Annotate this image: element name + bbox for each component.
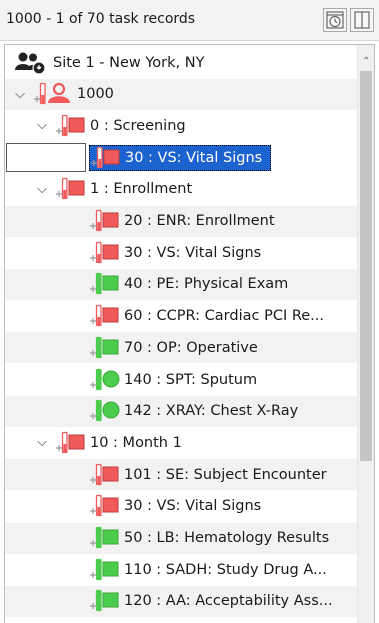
form-label: 110 : SADH: Study Drug A...: [124, 561, 327, 578]
form-status-square-icon: [89, 494, 120, 518]
form-status-square-icon: [89, 463, 120, 487]
visit-status-icon: [55, 431, 86, 455]
tree-item-visit[interactable]: ⌵ 0 : Screening: [5, 110, 358, 141]
form-label: 30 : VS: Vital Signs: [125, 149, 263, 166]
site-label: Site 1 - New York, NY: [53, 54, 205, 71]
tree-item-site[interactable]: Site 1 - New York, NY: [5, 47, 358, 78]
tree-item-form[interactable]: 120 : AA: Acceptability Ass...: [5, 585, 358, 617]
form-label: 101 : SE: Subject Encounter: [124, 466, 327, 483]
subject-person-icon: [33, 82, 73, 106]
visit-label: 0 : Screening: [90, 117, 186, 134]
form-label: 120 : AA: Acceptability Ass...: [124, 593, 333, 610]
form-status-square-icon: [89, 209, 120, 233]
subject-label: 1000: [77, 86, 114, 103]
tree-item-form[interactable]: 30 : VS: Vital Signs: [5, 491, 358, 522]
expand-chevron-icon[interactable]: ⌵: [35, 118, 49, 133]
tree-item-form[interactable]: 142 : XRAY: Chest X-Ray: [5, 395, 358, 427]
form-status-square-icon: [90, 146, 121, 170]
site-users-icon: [13, 51, 49, 75]
records-toolbar: 1000 - 1 of 70 task records: [0, 0, 379, 41]
tree-item-form[interactable]: 30 : VS: Vital Signs: [5, 237, 358, 268]
form-status-circle-icon: [89, 399, 120, 423]
split-panel-icon: [351, 9, 373, 31]
form-label: 140 : SPT: Sputum: [124, 371, 258, 388]
tree-item-form-selected[interactable]: 30 : VS: Vital Signs: [5, 142, 358, 174]
vertical-scrollbar[interactable]: ⌃: [357, 45, 374, 623]
tree-item-form[interactable]: 60 : CCPR: Cardiac PCI Re...: [5, 301, 358, 332]
form-status-square-icon: [89, 336, 120, 360]
visit-label: 1 : Enrollment: [90, 181, 193, 198]
expand-chevron-icon[interactable]: ⌵: [13, 87, 27, 102]
form-status-circle-icon: [89, 368, 120, 392]
split-view-button[interactable]: [350, 8, 374, 32]
scroll-up-icon[interactable]: ⌃: [362, 56, 370, 67]
form-label: 30 : VS: Vital Signs: [124, 498, 262, 515]
form-status-square-icon: [89, 589, 120, 613]
task-tree-panel: Site 1 - New York, NY ⌵ 1000 ⌵ 0 : Screeni…: [4, 44, 375, 623]
visit-status-icon: [55, 114, 86, 138]
tree-item-form[interactable]: 40 : PE: Physical Exam: [5, 268, 358, 300]
visit-status-icon: [55, 177, 86, 201]
tree-item-form[interactable]: 140 : SPT: Sputum: [5, 364, 358, 395]
tree-item-visit[interactable]: ⌵ 1 : Enrollment: [5, 174, 358, 205]
form-label: 50 : LB: Hematology Results: [124, 530, 330, 546]
form-status-square-icon: [89, 272, 120, 296]
form-status-square-icon: [89, 304, 120, 328]
timer-button[interactable]: [323, 8, 347, 32]
form-label: 30 : VS: Vital Signs: [124, 244, 262, 261]
tree-item-form[interactable]: 101 : SE: Subject Encounter: [5, 459, 358, 491]
focus-outline: [6, 143, 86, 173]
form-label: 70 : OP: Operative: [124, 339, 258, 356]
form-label: 40 : PE: Physical Exam: [124, 276, 289, 293]
expand-chevron-icon[interactable]: ⌵: [35, 182, 49, 197]
record-count-title: 1000 - 1 of 70 task records: [6, 11, 196, 27]
tree-item-visit[interactable]: ⌵ 10 : Month 1: [5, 427, 358, 458]
form-status-square-icon: [89, 526, 120, 550]
tree-item-subject[interactable]: ⌵ 1000: [5, 78, 358, 110]
selection-highlight[interactable]: 30 : VS: Vital Signs: [89, 144, 272, 171]
form-label: 20 : ENR: Enrollment: [124, 213, 275, 229]
tree-item-form[interactable]: 70 : OP: Operative: [5, 332, 358, 364]
expand-chevron-icon[interactable]: ⌵: [35, 435, 49, 450]
form-label: 142 : XRAY: Chest X-Ray: [124, 403, 299, 420]
tree-item-form[interactable]: 110 : SADH: Study Drug A...: [5, 554, 358, 585]
form-status-square-icon: [89, 241, 120, 265]
form-label: 60 : CCPR: Cardiac PCI Re...: [124, 308, 325, 325]
clock-calendar-icon: [324, 9, 346, 31]
scrollbar-thumb[interactable]: [360, 71, 372, 461]
visit-label: 10 : Month 1: [90, 434, 182, 451]
form-status-square-icon: [89, 558, 120, 582]
tree-item-form[interactable]: 20 : ENR: Enrollment: [5, 205, 358, 237]
tree-item-form[interactable]: 50 : LB: Hematology Results: [5, 522, 358, 554]
